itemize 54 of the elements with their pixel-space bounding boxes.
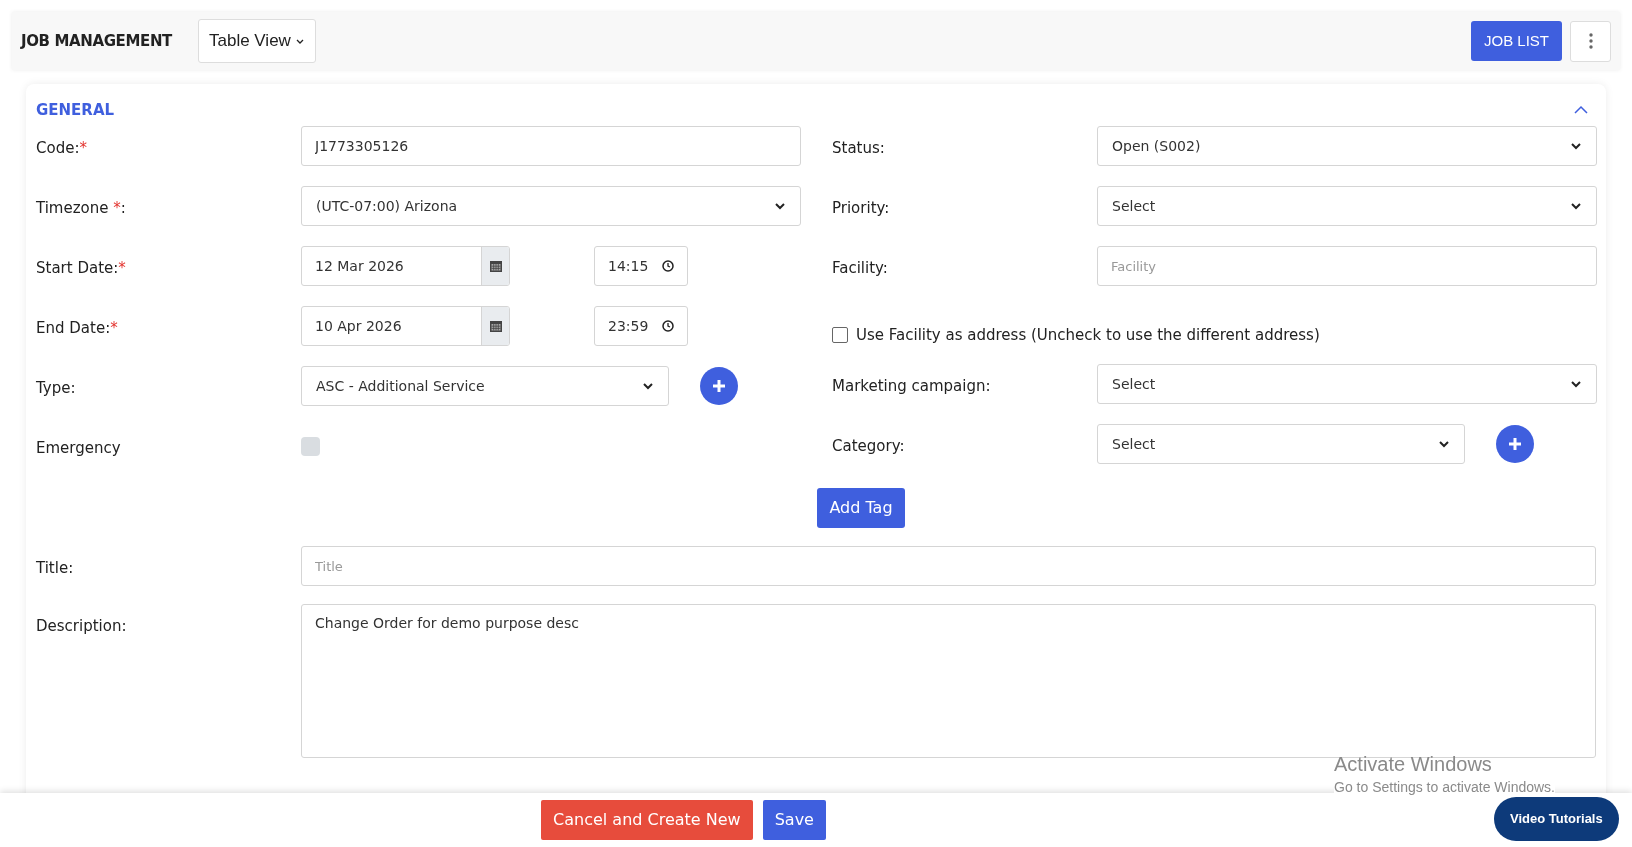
chevron-down-icon [1570, 200, 1582, 212]
field-label: Priority: [832, 199, 890, 217]
select-field[interactable]: ASC - Additional Service [301, 366, 669, 406]
checkbox[interactable] [832, 327, 848, 343]
chevron-down-icon [774, 200, 786, 212]
field-label: Marketing campaign: [832, 377, 991, 395]
field-label: Start Date:* [36, 259, 126, 277]
chevron-down-icon [1570, 378, 1582, 390]
text-field[interactable]: Title [301, 546, 1596, 586]
save-button[interactable]: Save [762, 800, 826, 840]
field-label: Title: [36, 559, 74, 577]
text-field[interactable]: J1773305126 [301, 126, 801, 166]
chevron-down-icon [642, 380, 654, 392]
select-field[interactable]: Select [1097, 364, 1597, 404]
time-field[interactable]: 23:59 [594, 306, 688, 346]
text-field[interactable]: Facility [1097, 246, 1597, 286]
checkbox[interactable] [301, 436, 320, 456]
select-field[interactable]: (UTC-07:00) Arizona [301, 186, 801, 226]
job-list-button[interactable]: JOB LIST [1470, 21, 1562, 61]
calendar-icon [489, 320, 502, 332]
select-field[interactable]: Open (S002) [1097, 126, 1597, 166]
field-label: Emergency [36, 439, 121, 457]
field-label: End Date:* [36, 319, 118, 337]
clock-icon [662, 320, 674, 332]
field-label: Type: [36, 379, 76, 397]
chevron-down-icon [1570, 140, 1582, 152]
field-label: Facility: [832, 259, 888, 277]
add-button[interactable] [1496, 425, 1534, 463]
cancel-create-new-button[interactable]: Cancel and Create New [541, 800, 753, 840]
section-title: GENERAL [36, 99, 115, 121]
plus-icon [712, 379, 726, 393]
field-label: Status: [832, 139, 885, 157]
activation-notice-text: Go to Settings to activate Windows. [1334, 778, 1555, 796]
field-label: Description: [36, 617, 127, 635]
checkbox-label: Use Facility as address (Uncheck to use the different address) [856, 324, 1320, 346]
clock-icon [662, 260, 674, 272]
field-label: Timezone *: [36, 199, 126, 217]
date-field[interactable]: 10 Apr 2026 [301, 306, 510, 346]
more-vertical-icon [1588, 33, 1593, 49]
chevron-up-icon[interactable] [1574, 105, 1588, 115]
field-label: Code:* [36, 139, 87, 157]
plus-icon [1508, 437, 1522, 451]
field-label: Category: [832, 437, 905, 455]
video-tutorials-button[interactable]: Video Tutorials [1494, 797, 1619, 841]
select-field[interactable]: Select [1097, 424, 1465, 464]
date-field[interactable]: 12 Mar 2026 [301, 246, 510, 286]
select-field[interactable]: Select [1097, 186, 1597, 226]
calendar-icon [489, 260, 502, 272]
page-title: JOB MANAGEMENT [21, 30, 172, 52]
chevron-down-icon [1438, 438, 1450, 450]
add-button[interactable] [700, 367, 738, 405]
time-field[interactable]: 14:15 [594, 246, 688, 286]
add-tag-button[interactable]: Add Tag [817, 488, 905, 528]
view-dropdown[interactable]: Table View [197, 19, 316, 63]
